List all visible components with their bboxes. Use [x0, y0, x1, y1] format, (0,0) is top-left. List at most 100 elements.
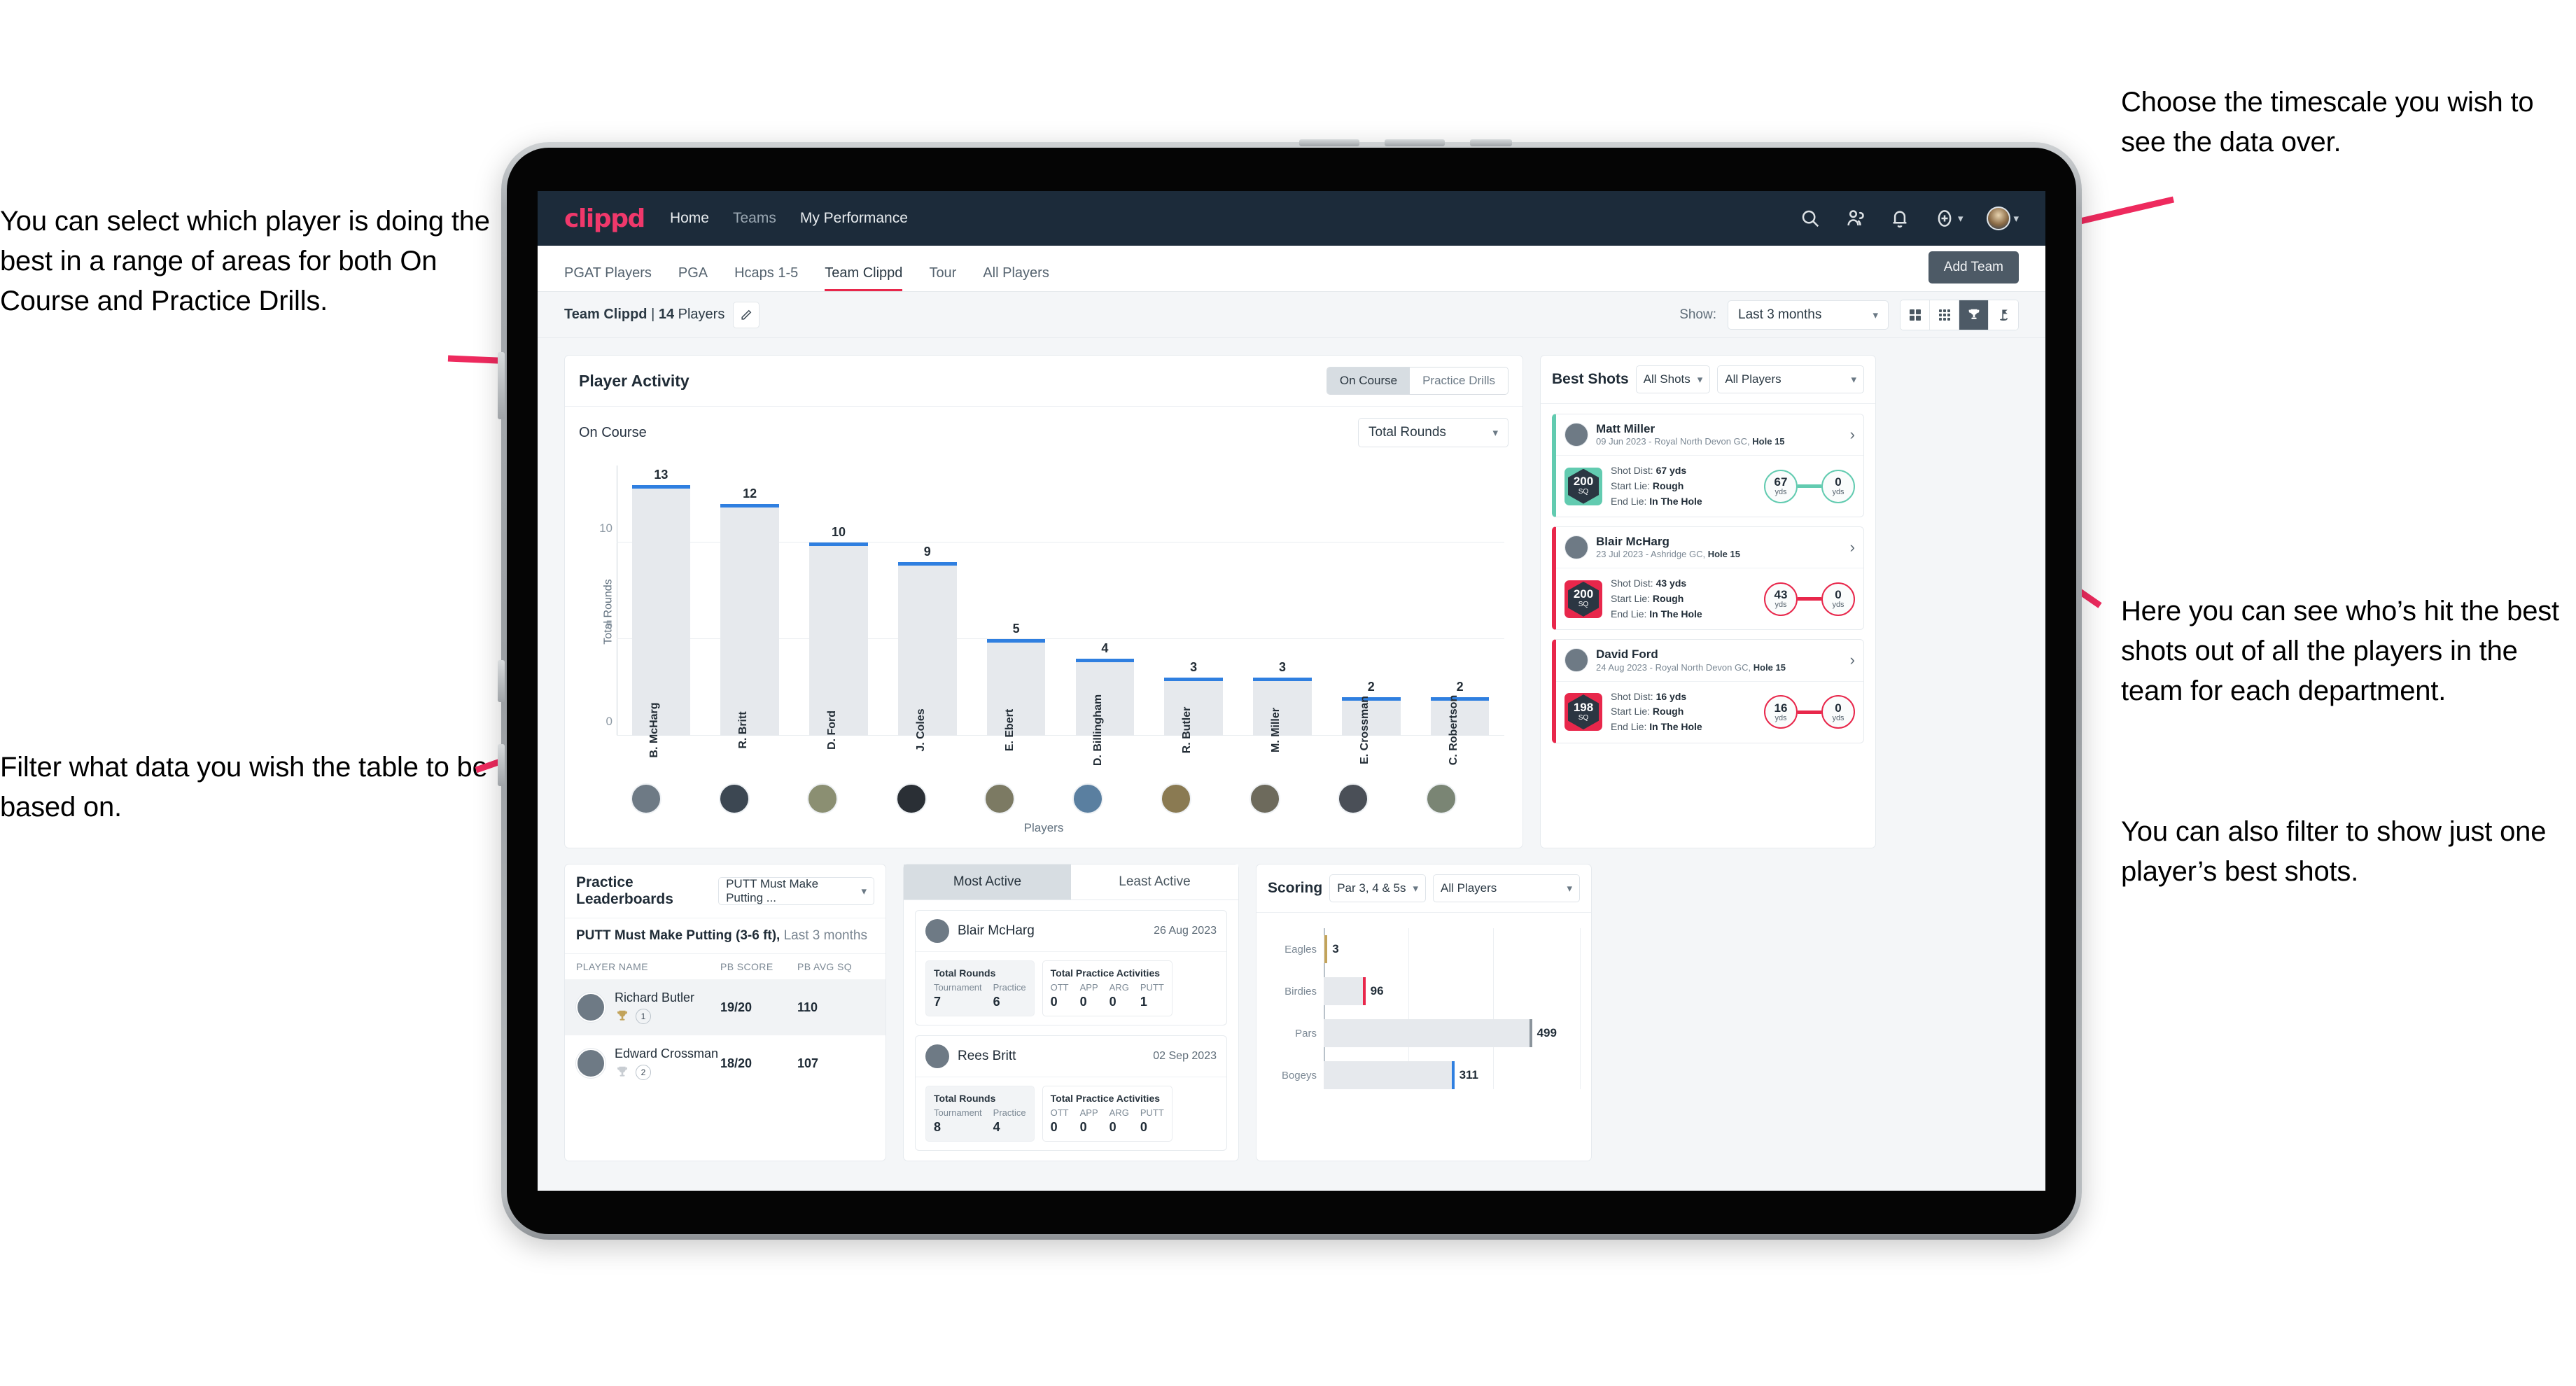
shot-quality-badge: 200 SQ — [1564, 467, 1602, 505]
table-row[interactable]: Edward Crossman 2 18/20 107 — [565, 1035, 886, 1091]
best-shot-card[interactable]: David Ford 24 Aug 2023 - Royal North Devo… — [1552, 639, 1864, 743]
chart-player-avatar[interactable] — [807, 783, 839, 814]
chart-bar-slot[interactable]: 2 E. Crossman — [1326, 465, 1415, 764]
tab-all-players[interactable]: All Players — [983, 266, 1049, 291]
metric-select[interactable]: Total Rounds ▾ — [1358, 418, 1508, 447]
start-lie-value: Rough — [1652, 479, 1684, 491]
hexagon-icon: 200 SQ — [1568, 581, 1599, 617]
chart-bar-slot[interactable]: 10 D. Ford — [794, 465, 883, 750]
chart-bar-slot[interactable]: 13 B. McHarg — [617, 465, 706, 758]
grid-4-icon[interactable] — [1900, 300, 1930, 330]
best-shot-card[interactable]: Matt Miller 09 Jun 2023 - Royal North Dev… — [1552, 414, 1864, 518]
chart-player-avatar[interactable] — [719, 783, 750, 814]
chart-bar-slot[interactable]: 4 D. Billingham — [1060, 465, 1149, 766]
chart-bar-slot[interactable]: 5 E. Ebert — [972, 465, 1060, 751]
chevron-right-icon[interactable]: › — [1850, 651, 1855, 669]
scoring-player-filter[interactable]: All Players ▾ — [1433, 874, 1580, 902]
start-lie-label: Start Lie: — [1611, 479, 1653, 491]
chart-bar-slot[interactable]: 9 J. Coles — [883, 465, 972, 752]
chart-player-avatar[interactable] — [1072, 783, 1104, 814]
primary-nav: Home Teams My Performance — [670, 210, 908, 227]
scoring-row[interactable]: Birdies 96 — [1284, 977, 1580, 1005]
chevron-right-icon[interactable]: › — [1850, 426, 1855, 444]
chart-bar[interactable]: 13 — [631, 468, 691, 736]
avatar[interactable] — [1987, 206, 2011, 230]
list-item[interactable]: Blair McHarg 26 Aug 2023 Total Rounds Tourn… — [915, 910, 1227, 1026]
tab-tour[interactable]: Tour — [929, 266, 956, 291]
chart-x-axis-title: Players — [1023, 821, 1064, 834]
shot-to-unit: yds — [1832, 488, 1844, 497]
shot-to-dot: 0 yds — [1821, 582, 1855, 616]
scoring-row[interactable]: Bogeys 311 — [1282, 1061, 1580, 1089]
best-shots-player-filter[interactable]: All Players ▾ — [1717, 365, 1864, 393]
chart-player-avatar[interactable] — [895, 783, 927, 814]
people-icon[interactable] — [1844, 208, 1865, 229]
chart-player-avatar[interactable] — [1161, 783, 1192, 814]
nav-link-my-performance[interactable]: My Performance — [800, 210, 908, 227]
clippd-logo[interactable]: clippd — [564, 204, 645, 233]
chart-player-avatar[interactable] — [1249, 783, 1280, 814]
nav-link-teams[interactable]: Teams — [733, 210, 776, 227]
nav-link-home[interactable]: Home — [670, 210, 709, 227]
search-icon[interactable] — [1800, 208, 1821, 229]
team-tabs: PGAT Players PGA Hcaps 1-5 Team Clippd T… — [564, 246, 1049, 291]
start-lie-label: Start Lie: — [1611, 593, 1653, 605]
activity-item-body: Total Rounds Tournament 7 Practice 6 Total Pr… — [916, 952, 1226, 1025]
tab-pgat-players[interactable]: PGAT Players — [564, 266, 652, 291]
tab-least-active[interactable]: Least Active — [1071, 864, 1238, 899]
chart-player-avatar[interactable] — [631, 783, 662, 814]
chart-player-avatar[interactable] — [1425, 783, 1457, 814]
profile-menu[interactable]: ▾ — [1987, 206, 2019, 230]
best-shots-shot-filter[interactable]: All Shots ▾ — [1635, 365, 1711, 393]
chart-bar-slot[interactable]: 3 R. Butler — [1149, 465, 1238, 753]
shot-from-dot: 43 yds — [1764, 582, 1798, 616]
sq-value: 200 — [1573, 475, 1594, 489]
shot-from-value: 43 — [1774, 588, 1788, 602]
chart-bar-slot[interactable]: 2 C. Robertson — [1415, 465, 1504, 765]
scoring-row[interactable]: Pars 499 — [1295, 1019, 1580, 1047]
chevron-right-icon[interactable]: › — [1850, 538, 1855, 556]
chart-bar-label: D. Ford — [825, 710, 838, 750]
add-team-button[interactable]: Add Team — [1928, 251, 2019, 284]
table-row[interactable]: Richard Butler 1 19/20 110 — [565, 979, 886, 1035]
trophy-icon[interactable] — [1959, 300, 1989, 330]
golf-flag-icon[interactable] — [1989, 300, 2018, 330]
bell-icon[interactable] — [1889, 208, 1910, 229]
timescale-select[interactable]: Last 3 months ▾ — [1728, 300, 1889, 330]
grid-9-icon[interactable] — [1930, 300, 1959, 330]
chart-player-avatar[interactable] — [983, 783, 1015, 814]
tab-team-clippd[interactable]: Team Clippd — [825, 266, 903, 291]
chart-bar-slot[interactable]: 3 M. Miller — [1238, 465, 1327, 752]
list-item[interactable]: Rees Britt 02 Sep 2023 Total Rounds Tournam… — [915, 1035, 1227, 1151]
chart-bar[interactable]: 4 — [1075, 641, 1135, 736]
shot-dist-label: Shot Dist: — [1611, 465, 1656, 477]
chart-bar[interactable]: 10 — [809, 525, 868, 736]
chevron-down-icon: ▾ — [1697, 374, 1703, 386]
chart-player-avatar[interactable] — [1337, 783, 1368, 814]
chart-bar[interactable]: 3 — [1164, 660, 1224, 736]
metric-column: PUTT 0 — [1140, 1107, 1164, 1134]
chart-bar-label: B. McHarg — [648, 702, 661, 758]
edit-team-button[interactable] — [733, 301, 760, 328]
chevron-down-icon: ▾ — [1957, 213, 1963, 225]
tab-pga[interactable]: PGA — [678, 266, 708, 291]
best-shot-header: David Ford 24 Aug 2023 - Royal North Devo… — [1556, 640, 1863, 682]
tab-hcaps-1-5[interactable]: Hcaps 1-5 — [734, 266, 798, 291]
sq-value: 198 — [1573, 700, 1594, 714]
scoring-header: Scoring Par 3, 4 & 5s ▾ All Players ▾ — [1256, 864, 1591, 913]
scoring-title: Scoring — [1268, 880, 1323, 896]
add-menu[interactable]: ▾ — [1934, 208, 1963, 229]
segment-on-course[interactable]: On Course — [1326, 368, 1410, 394]
best-shot-card[interactable]: Blair McHarg 23 Jul 2023 - Ashridge GC, H… — [1552, 526, 1864, 631]
team-player-count: 14 — [658, 307, 675, 322]
segment-practice-drills[interactable]: Practice Drills — [1410, 368, 1508, 394]
scoring-par-filter[interactable]: Par 3, 4 & 5s ▾ — [1329, 874, 1426, 902]
drill-select[interactable]: PUTT Must Make Putting ... ▾ — [718, 877, 874, 905]
scoring-row[interactable]: Eagles 3 — [1284, 935, 1580, 963]
tab-most-active[interactable]: Most Active — [904, 864, 1071, 899]
chart-bar[interactable]: 12 — [720, 486, 780, 736]
plus-circle-icon[interactable] — [1934, 208, 1955, 229]
practice-activities-metrics: OTT 0 APP 0 ARG 0 PUTT 1 — [1051, 982, 1164, 1009]
column-player-name: PLAYER NAME — [576, 961, 648, 972]
chart-bar-slot[interactable]: 12 R. Britt — [706, 465, 794, 749]
